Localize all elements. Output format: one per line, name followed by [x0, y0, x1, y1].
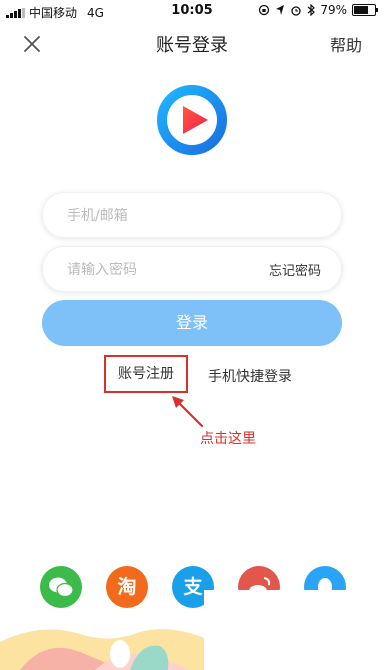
battery-icon: [352, 4, 378, 16]
app-logo-icon: [157, 85, 227, 155]
bluetooth-icon: [307, 4, 316, 16]
forgot-password-link[interactable]: 忘记密码: [269, 260, 321, 279]
account-field: [42, 192, 342, 239]
battery-percent: 79%: [320, 3, 347, 17]
login-button[interactable]: 登录: [42, 300, 342, 346]
password-input[interactable]: [65, 247, 259, 293]
wechat-icon[interactable]: [40, 566, 82, 608]
register-link[interactable]: 账号注册: [104, 355, 188, 393]
status-right: 79%: [258, 3, 378, 17]
annotation-label: 点击这里: [200, 431, 256, 447]
lock-rotation-icon: [259, 4, 270, 16]
password-field: 忘记密码: [42, 246, 342, 293]
annotation-arrow-icon: [172, 396, 204, 428]
page-title: 账号登录: [156, 35, 228, 56]
alarm-icon: [291, 6, 301, 16]
status-bar: 中国移动 4G 10:05 79%: [0, 0, 384, 22]
quick-login-link[interactable]: 手机快捷登录: [208, 366, 292, 386]
wechat-glyph-icon: [49, 577, 74, 598]
cropped-area: [204, 590, 384, 670]
nav-bar: 账号登录 帮助: [0, 22, 384, 66]
taobao-icon[interactable]: 淘: [106, 566, 148, 608]
account-input[interactable]: [65, 193, 259, 239]
help-button[interactable]: 帮助: [330, 32, 362, 56]
location-icon: [276, 5, 285, 15]
